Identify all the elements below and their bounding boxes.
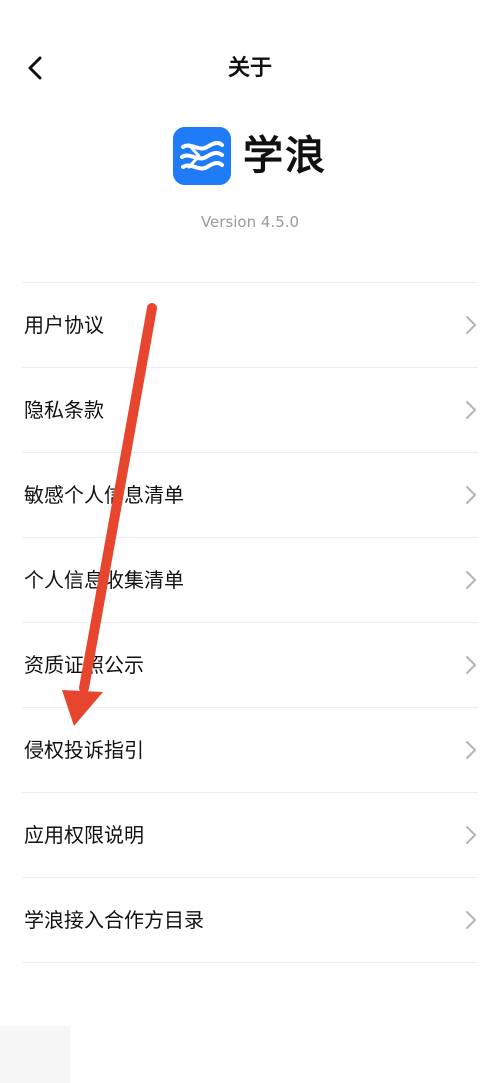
menu-item-partner-directory[interactable]: 学浪接入合作方目录 <box>22 877 478 963</box>
chevron-right-icon <box>464 738 478 762</box>
chevron-right-icon <box>464 908 478 932</box>
menu-item-privacy-terms[interactable]: 隐私条款 <box>22 367 478 452</box>
chevron-right-icon <box>464 568 478 592</box>
menu-item-label: 隐私条款 <box>24 398 104 422</box>
menu-item-infringement-guide[interactable]: 侵权投诉指引 <box>22 707 478 792</box>
menu-item-label: 侵权投诉指引 <box>24 738 144 762</box>
menu-item-license-publicity[interactable]: 资质证照公示 <box>22 622 478 707</box>
menu-item-user-agreement[interactable]: 用户协议 <box>22 282 478 367</box>
header: 关于 <box>0 0 500 140</box>
app-name: 学浪 <box>243 133 327 179</box>
chevron-right-icon <box>464 823 478 847</box>
page-title: 关于 <box>227 56 272 81</box>
menu-item-label: 个人信息收集清单 <box>24 568 184 592</box>
menu-item-app-permissions[interactable]: 应用权限说明 <box>22 792 478 877</box>
menu-item-label: 学浪接入合作方目录 <box>24 908 204 932</box>
bottom-patch <box>0 1026 70 1083</box>
version-text: Version 4.5.0 <box>200 213 300 231</box>
menu-item-sensitive-info-list[interactable]: 敏感个人信息清单 <box>22 452 478 537</box>
chevron-right-icon <box>464 398 478 422</box>
chevron-right-icon <box>464 653 478 677</box>
menu-list: 用户协议 隐私条款 敏感个人信息清单 个人信息收集清单 资质证照公示 侵权投诉指… <box>0 282 500 963</box>
menu-item-info-collection-list[interactable]: 个人信息收集清单 <box>22 537 478 622</box>
chevron-right-icon <box>464 483 478 507</box>
menu-item-label: 用户协议 <box>24 313 104 337</box>
brand: 学浪 <box>0 126 500 186</box>
menu-item-label: 应用权限说明 <box>24 823 144 847</box>
chevron-right-icon <box>464 313 478 337</box>
menu-item-label: 资质证照公示 <box>24 653 144 677</box>
menu-item-label: 敏感个人信息清单 <box>24 483 184 507</box>
wave-logo-icon <box>173 127 231 185</box>
